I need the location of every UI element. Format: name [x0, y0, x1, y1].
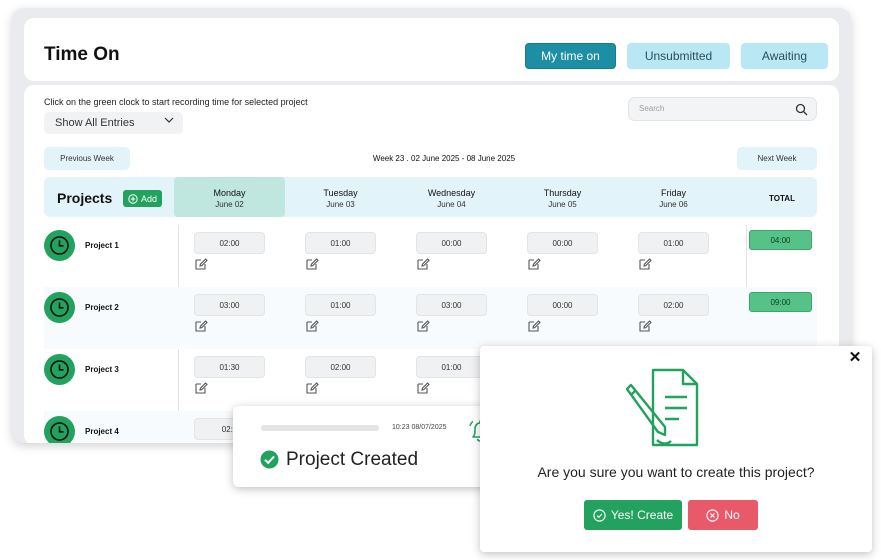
close-icon[interactable]: ✕: [848, 350, 862, 365]
day-date: June 03: [326, 200, 355, 209]
edit-icon[interactable]: [305, 257, 319, 271]
time-entry-cell[interactable]: 01:00: [416, 356, 487, 378]
add-project-button[interactable]: Add: [123, 190, 162, 207]
notification-toast: 10:23 08/07/2025 Project Created: [233, 406, 505, 487]
project-name: Project 1: [85, 241, 119, 250]
x-circle-icon: [706, 508, 719, 522]
no-label: No: [724, 508, 740, 522]
edit-icon[interactable]: [194, 319, 208, 333]
filter-value: Show All Entries: [55, 117, 135, 129]
dialog-question: Are you sure you want to create this pro…: [537, 464, 815, 480]
table-header: Projects Add Monday June 02 Tuesday June…: [44, 177, 817, 217]
project-name: Project 3: [85, 365, 119, 374]
table-row: Project 1 02:00 01:00 00:00 00:00 01:00 04:00: [44, 225, 817, 287]
yes-label: Yes! Create: [610, 508, 674, 522]
time-entry-cell[interactable]: 01:00: [638, 232, 709, 254]
time-entry-cell[interactable]: 02:00: [638, 294, 709, 316]
total-header: TOTAL: [769, 194, 795, 203]
table-row: Project 2 03:00 01:00 03:00 00:00 02:00 09:00: [44, 287, 817, 349]
day-header-wednesday: Wednesday June 04: [396, 177, 507, 217]
plus-circle-icon: [128, 193, 138, 204]
entries-filter-dropdown[interactable]: Show All Entries: [44, 112, 183, 134]
tab-my-time-on[interactable]: My time on: [525, 43, 616, 69]
clock-icon: [50, 360, 69, 379]
day-header-monday: Monday June 02: [174, 177, 285, 217]
check-circle-icon: [260, 450, 279, 469]
clock-icon: [50, 298, 69, 317]
day-name: Wednesday: [427, 188, 476, 198]
search-input[interactable]: Search: [628, 97, 817, 121]
time-entry-cell[interactable]: 01:00: [305, 294, 376, 316]
day-date: June 04: [437, 200, 466, 209]
time-entry-cell[interactable]: 03:00: [416, 294, 487, 316]
app-header: Time On My time on Unsubmitted Awaiting: [24, 18, 839, 81]
clock-icon: [50, 422, 69, 441]
chevron-down-icon: [164, 117, 174, 123]
time-entry-cell[interactable]: 01:00: [305, 232, 376, 254]
clock-button[interactable]: [44, 230, 75, 261]
project-name: Project 2: [85, 303, 119, 312]
week-label: Week 23 . 02 June 2025 - 08 June 2025: [372, 154, 516, 163]
time-entry-cell[interactable]: 00:00: [527, 232, 598, 254]
edit-icon[interactable]: [638, 257, 652, 271]
edit-icon[interactable]: [416, 257, 430, 271]
row-total: 09:00: [749, 292, 812, 312]
clock-button[interactable]: [44, 292, 75, 323]
toast-progress-bar: [261, 425, 379, 431]
add-label: Add: [140, 193, 157, 204]
edit-icon[interactable]: [527, 257, 541, 271]
yes-create-button[interactable]: Yes! Create: [584, 500, 682, 530]
project-name: Project 4: [85, 427, 119, 436]
edit-icon[interactable]: [194, 381, 208, 395]
time-entry-cell[interactable]: 00:00: [416, 232, 487, 254]
projects-title: Projects: [57, 190, 113, 206]
time-entry-cell[interactable]: 03:00: [194, 294, 265, 316]
tab-awaiting[interactable]: Awaiting: [741, 43, 828, 69]
day-name: Monday: [213, 188, 246, 198]
edit-icon[interactable]: [305, 319, 319, 333]
day-date: June 02: [215, 200, 244, 209]
day-header-thursday: Thursday June 05: [507, 177, 618, 217]
edit-icon[interactable]: [638, 319, 652, 333]
search-icon[interactable]: [795, 103, 808, 116]
document-edit-icon: [625, 368, 699, 447]
time-entry-cell[interactable]: 02:00: [305, 356, 376, 378]
edit-icon[interactable]: [305, 381, 319, 395]
day-header-tuesday: Tuesday June 03: [285, 177, 396, 217]
previous-week-button[interactable]: Previous Week: [44, 147, 130, 170]
create-project-dialog: ✕ Are you sure you want to create this p…: [480, 346, 872, 552]
day-header-friday: Friday June 06: [618, 177, 729, 217]
edit-icon[interactable]: [416, 381, 430, 395]
time-entry-cell[interactable]: 00:00: [527, 294, 598, 316]
edit-icon[interactable]: [194, 257, 208, 271]
clock-button[interactable]: [44, 354, 75, 385]
day-date: June 06: [659, 200, 688, 209]
edit-icon[interactable]: [527, 319, 541, 333]
time-entry-cell[interactable]: 01:30: [194, 356, 265, 378]
day-name: Thursday: [543, 188, 582, 198]
day-name: Friday: [660, 188, 686, 198]
page-title: Time On: [44, 44, 120, 65]
toast-timestamp: 10:23 08/07/2025: [392, 424, 447, 431]
clock-button[interactable]: [44, 416, 75, 443]
time-entry-cell[interactable]: 02:00: [194, 232, 265, 254]
day-date: June 05: [548, 200, 577, 209]
check-circle-icon: [593, 508, 606, 522]
no-button[interactable]: No: [688, 500, 758, 530]
toast-message: Project Created: [286, 449, 419, 470]
next-week-button[interactable]: Next Week: [737, 147, 817, 170]
day-name: Tuesday: [323, 188, 358, 198]
search-placeholder: Search: [639, 104, 665, 113]
row-total: 04:00: [749, 230, 812, 250]
instruction-text: Click on the green clock to start record…: [44, 97, 308, 107]
screenshot-stage: Time On My time on Unsubmitted Awaiting …: [0, 0, 881, 560]
clock-icon: [50, 236, 69, 255]
tab-unsubmitted[interactable]: Unsubmitted: [627, 43, 730, 69]
edit-icon[interactable]: [416, 319, 430, 333]
